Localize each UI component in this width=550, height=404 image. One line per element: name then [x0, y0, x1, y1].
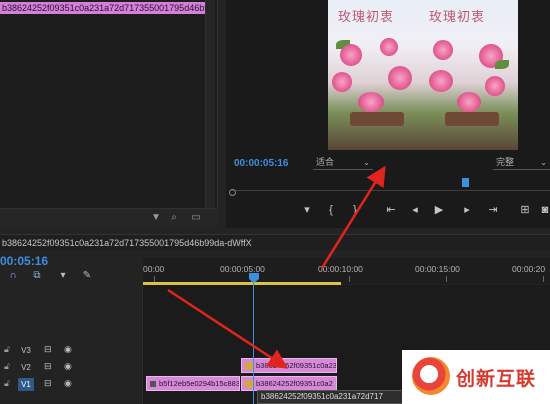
lock-icon[interactable]: 🔓︎ [4, 344, 10, 355]
sequence-tab[interactable]: b38624252f09351c0a231a72d717355001795d46… [0, 234, 550, 250]
track-name[interactable]: V2 [18, 361, 34, 374]
eye-icon[interactable]: ◉ [64, 378, 72, 389]
clip-label: b38624252f09351c0a2 [256, 379, 333, 388]
rose [485, 76, 505, 96]
fx-icon [245, 380, 253, 389]
video-title-right: 玫瑰初衷 [429, 10, 486, 25]
ruler-tick [349, 276, 350, 282]
watermark-text: 创新互联 [456, 368, 537, 390]
find-icon[interactable]: ⌕ [168, 212, 180, 224]
ruler-tick [446, 276, 447, 282]
step-forward-icon[interactable]: ▸ [458, 203, 476, 217]
ruler-tick [543, 276, 544, 282]
rose [340, 44, 362, 66]
add-marker-icon[interactable]: ▾ [298, 203, 316, 217]
project-item[interactable]: b38624252f09351c0a231a72d717355001795d46… [0, 2, 205, 14]
project-scrollbar[interactable] [205, 0, 215, 210]
monitor-scrub-bar[interactable] [232, 181, 550, 191]
new-item-icon[interactable]: ▭ [190, 212, 202, 224]
rose [380, 38, 398, 56]
bench [350, 112, 404, 126]
timeline-timecode[interactable]: 00:05:16 [0, 254, 48, 268]
go-to-out-icon[interactable]: ⇥ [484, 203, 502, 217]
go-to-in-icon[interactable]: ⇤ [382, 203, 400, 217]
clip-label: b5f12eb5e0294b15c883 [159, 379, 240, 388]
video-title-left: 玫瑰初衷 [338, 10, 395, 25]
chevron-down-icon: ⌄ [363, 158, 370, 167]
ruler-label: 00:00:20 [512, 264, 546, 274]
rose [332, 72, 352, 92]
track-v1: 🔓︎ V1 ⊟ ◉ [0, 376, 143, 393]
track-name[interactable]: V1 [18, 378, 34, 391]
marker-icon[interactable]: ▾ [56, 270, 70, 282]
fit-dropdown[interactable]: 适合 ⌄ [313, 156, 373, 170]
playhead-line [253, 283, 254, 404]
eye-icon[interactable]: ◉ [64, 344, 72, 355]
monitor-playhead[interactable] [462, 178, 469, 187]
mark-out-icon[interactable]: } [346, 203, 364, 217]
ruler-label: 00:00:05:00 [220, 264, 265, 274]
program-timecode[interactable]: 00:00:05:16 [234, 158, 288, 169]
fit-dropdown-label: 适合 [316, 157, 335, 167]
track-v2: 🔓︎ V2 ⊟ ◉ [0, 359, 143, 376]
fx-icon [245, 362, 253, 371]
eye-icon[interactable]: ◉ [64, 361, 72, 372]
sync-lock-icon[interactable]: ⊟ [44, 361, 52, 372]
timeline-clip[interactable]: b38624252f09351c0a2 [241, 376, 337, 391]
rose [433, 40, 453, 60]
track-name[interactable]: V3 [18, 344, 34, 357]
ruler-label: 00:00:15:00 [415, 264, 460, 274]
clip-label: b38624252f09351c0a23 [256, 361, 337, 370]
play-icon[interactable]: ▶ [430, 203, 448, 217]
mark-in-icon[interactable]: { [322, 203, 340, 217]
quality-dropdown[interactable]: 完整 ⌄ [493, 156, 550, 170]
scrub-start-marker [229, 189, 236, 196]
timeline-clip[interactable]: b38624252f09351c0a23 [241, 358, 337, 373]
chevron-down-icon: ⌄ [540, 158, 547, 167]
rose [388, 66, 412, 90]
project-footer [0, 208, 218, 228]
step-back-icon[interactable]: ◂ [406, 203, 424, 217]
lock-icon[interactable]: 🔓︎ [4, 378, 10, 389]
project-panel [0, 0, 218, 228]
clip-tooltip: b38624252f09351c0a231a72d717 [257, 390, 405, 404]
sync-lock-icon[interactable]: ⊟ [44, 344, 52, 355]
rose [457, 92, 481, 112]
clip-link-icon [150, 381, 156, 388]
leaf [495, 60, 509, 69]
timeline-clip[interactable]: b5f12eb5e0294b15c883 [146, 376, 240, 391]
watermark-logo [412, 357, 450, 395]
camera-icon[interactable]: ◙ [536, 203, 550, 217]
video-left-half: 玫瑰初衷 [328, 0, 423, 150]
track-v3: 🔓︎ V3 ⊟ ◉ [0, 342, 143, 359]
rose [358, 92, 384, 112]
linked-selection-icon[interactable]: ⧉ [30, 270, 44, 282]
video-preview: 玫瑰初衷 玫瑰初衷 [328, 0, 518, 150]
video-right-half: 玫瑰初衷 [423, 0, 518, 150]
sync-lock-icon[interactable]: ⊟ [44, 378, 52, 389]
rose [429, 70, 453, 92]
snap-icon[interactable]: ∩ [6, 270, 20, 282]
ruler-label: 00:00 [143, 264, 165, 274]
lock-icon[interactable]: 🔓︎ [4, 361, 10, 372]
quality-dropdown-label: 完整 [496, 157, 515, 167]
ruler-label: 00:00:10:00 [318, 264, 363, 274]
filter-icon[interactable]: ▼ [150, 212, 162, 224]
bench [445, 112, 499, 126]
wrench-icon[interactable]: ✎ [80, 270, 94, 282]
export-frame-icon[interactable]: ⊞ [516, 203, 534, 217]
